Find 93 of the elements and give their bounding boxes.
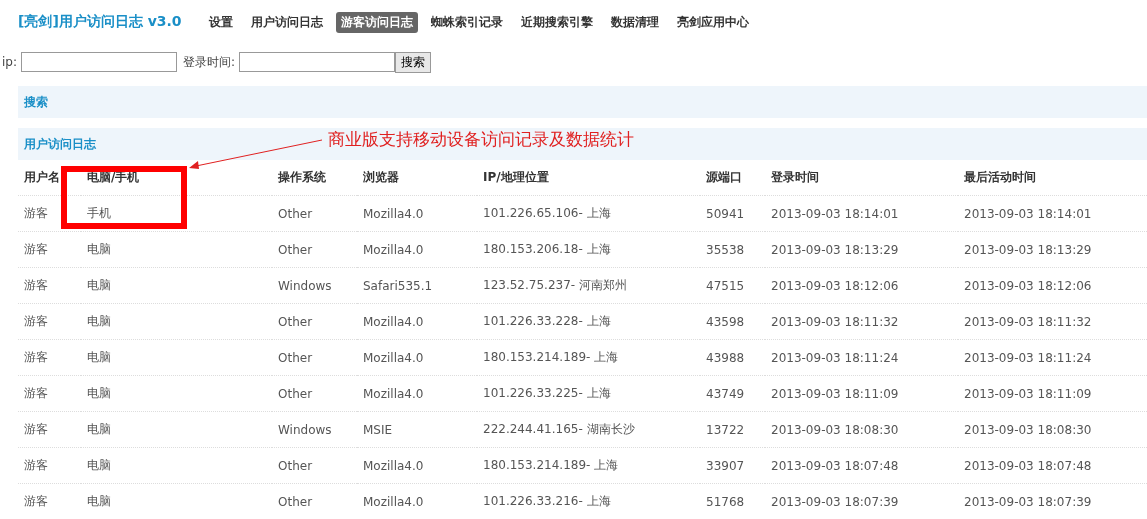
table-cell: 13722 [700,412,765,448]
table-cell: 游客 [18,232,81,268]
nav-tab[interactable]: 游客访问日志 [335,11,418,33]
table-cell: 101.226.33.228- 上海 [477,304,700,340]
table-cell: 43988 [700,340,765,376]
filter-label: ip: [2,55,17,69]
filter-input[interactable] [239,52,396,72]
table-cell: 35538 [700,232,765,268]
filter-label: 登录时间: [183,53,236,71]
table-cell: Mozilla4.0 [357,232,477,268]
table-cell: MSIE [357,412,477,448]
table-cell: Other [272,376,357,412]
table-cell: Windows [272,412,357,448]
table-cell: 51768 [700,484,765,519]
table-cell: 电脑 [81,268,272,304]
nav-tab[interactable]: 设置 [203,11,238,33]
table-cell: 2013-09-03 18:11:32 [765,304,958,340]
table-cell: 2013-09-03 18:07:48 [958,448,1147,484]
table-cell: 2013-09-03 18:08:30 [765,412,958,448]
table-cell: 101.226.33.216- 上海 [477,484,700,519]
table-cell: 43598 [700,304,765,340]
table-cell: Other [272,304,357,340]
table-cell: Mozilla4.0 [357,376,477,412]
table-cell: 游客 [18,448,81,484]
table-cell: Safari535.1 [357,268,477,304]
table-cell: 180.153.214.189- 上海 [477,340,700,376]
table-cell: 游客 [18,340,81,376]
table-cell: Mozilla4.0 [357,304,477,340]
column-header: 用户名 [18,160,81,196]
table-cell: 2013-09-03 18:12:06 [765,268,958,304]
table-cell: 2013-09-03 18:11:09 [765,376,958,412]
nav-tab[interactable]: 蜘蛛索引记录 [425,11,508,33]
table-cell: 电脑 [81,340,272,376]
nav-tab[interactable]: 近期搜索引擎 [515,11,598,33]
table-cell: 222.244.41.165- 湖南长沙 [477,412,700,448]
table-cell: 47515 [700,268,765,304]
table-cell: 50941 [700,196,765,232]
table-cell: 手机 [81,196,272,232]
table-cell: Other [272,448,357,484]
search-button[interactable]: 搜索 [395,51,432,73]
table-cell: 游客 [18,484,81,519]
table-cell: Mozilla4.0 [357,448,477,484]
table-cell: 2013-09-03 18:11:24 [765,340,958,376]
table-cell: 电脑 [81,484,272,519]
table-cell: 2013-09-03 18:13:29 [958,232,1147,268]
annotation-text: 商业版支持移动设备访问记录及数据统计 [328,128,634,151]
table-cell: 电脑 [81,304,272,340]
table-cell: 2013-09-03 18:13:29 [765,232,958,268]
table-cell: 123.52.75.237- 河南郑州 [477,268,700,304]
nav-tab[interactable]: 用户访问日志 [245,11,328,33]
table-cell: 33907 [700,448,765,484]
table-cell: 43749 [700,376,765,412]
app-title: [亮剑]用户访问日志 v3.0 [18,13,182,31]
table-cell: Windows [272,268,357,304]
table-cell: Other [272,484,357,519]
table-cell: Other [272,232,357,268]
table-cell: 2013-09-03 18:08:30 [958,412,1147,448]
table-cell: 2013-09-03 18:07:39 [958,484,1147,519]
column-header: 浏览器 [357,160,477,196]
table-cell: Mozilla4.0 [357,340,477,376]
table-cell: 2013-09-03 18:12:06 [958,268,1147,304]
table-cell: 游客 [18,376,81,412]
table-cell: 游客 [18,304,81,340]
table-cell: 180.153.214.189- 上海 [477,448,700,484]
table-cell: Other [272,340,357,376]
table-cell: 101.226.65.106- 上海 [477,196,700,232]
table-cell: 电脑 [81,412,272,448]
table-cell: 游客 [18,196,81,232]
filter-input[interactable] [21,52,177,72]
table-cell: 电脑 [81,376,272,412]
column-header: IP/地理位置 [477,160,700,196]
nav-tab[interactable]: 亮剑应用中心 [671,11,754,33]
column-header: 源端口 [700,160,765,196]
column-header: 登录时间 [765,160,958,196]
table-cell: 电脑 [81,448,272,484]
table-cell: 2013-09-03 18:14:01 [765,196,958,232]
table-cell: 2013-09-03 18:11:09 [958,376,1147,412]
table-cell: 180.153.206.18- 上海 [477,232,700,268]
table-cell: Other [272,196,357,232]
table-cell: 101.226.33.225- 上海 [477,376,700,412]
table-cell: Mozilla4.0 [357,484,477,519]
table-cell: 电脑 [81,232,272,268]
table-cell: 2013-09-03 18:14:01 [958,196,1147,232]
table-cell: 2013-09-03 18:07:48 [765,448,958,484]
table-cell: 2013-09-03 18:07:39 [765,484,958,519]
table-cell: 2013-09-03 18:11:32 [958,304,1147,340]
table-cell: 游客 [18,268,81,304]
column-header: 操作系统 [272,160,357,196]
table-cell: 2013-09-03 18:11:24 [958,340,1147,376]
nav-tab[interactable]: 数据清理 [605,11,664,33]
table-cell: 游客 [18,412,81,448]
column-header: 最后活动时间 [958,160,1147,196]
table-cell: Mozilla4.0 [357,196,477,232]
